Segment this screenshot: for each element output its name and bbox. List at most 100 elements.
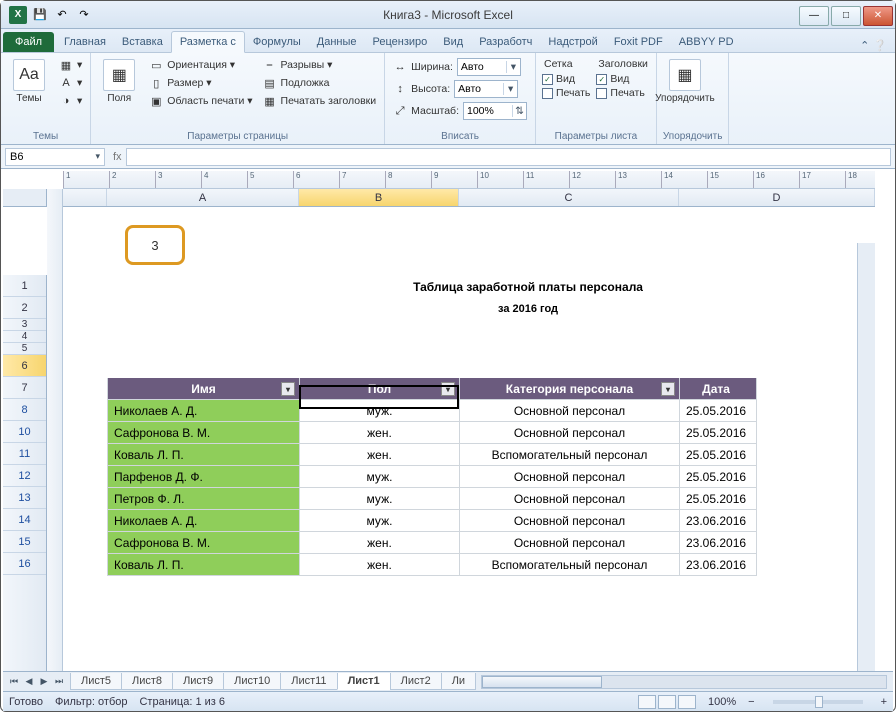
sheet-tab[interactable]: Лист10 <box>223 673 281 690</box>
page-break-view-button[interactable] <box>678 695 696 709</box>
zoom-thumb[interactable] <box>815 696 823 708</box>
cell[interactable]: Николаев А. Д. <box>108 400 300 422</box>
gridlines-view-checkbox[interactable]: ✓Вид <box>542 73 590 85</box>
file-tab[interactable]: Файл <box>3 32 54 52</box>
tab-page-layout[interactable]: Разметка с <box>171 31 245 53</box>
col-header-a[interactable]: A <box>107 189 299 206</box>
tab-review[interactable]: Рецензиро <box>365 32 436 52</box>
zoom-slider[interactable] <box>773 700 863 704</box>
orientation-button[interactable]: ▭Ориентация ▾ <box>147 57 254 73</box>
th-name[interactable]: Имя▾ <box>108 378 300 400</box>
cell[interactable]: 25.05.2016 <box>680 422 757 444</box>
cell[interactable]: жен. <box>300 422 460 444</box>
size-button[interactable]: ▯Размер ▾ <box>147 75 254 91</box>
tab-addins[interactable]: Надстрой <box>540 32 605 52</box>
scroll-thumb[interactable] <box>482 676 602 688</box>
print-area-button[interactable]: ▣Область печати ▾ <box>147 93 254 109</box>
formula-input[interactable] <box>126 148 891 166</box>
sheet-tab[interactable]: Лист9 <box>172 673 224 690</box>
col-header-b[interactable]: B <box>299 189 459 206</box>
page-layout-view-button[interactable] <box>658 695 676 709</box>
minimize-ribbon-icon[interactable]: ⌃ <box>860 39 869 52</box>
headings-print-checkbox[interactable]: Печать <box>596 87 650 99</box>
cell[interactable]: Основной персонал <box>460 422 680 444</box>
first-sheet-icon[interactable]: ⏮ <box>7 676 21 687</box>
cell[interactable]: 25.05.2016 <box>680 466 757 488</box>
headings-view-checkbox[interactable]: ✓Вид <box>596 73 650 85</box>
cell[interactable]: жен. <box>300 444 460 466</box>
row-header[interactable]: 12 <box>3 465 46 487</box>
col-header-c[interactable]: C <box>459 189 679 206</box>
help-icon[interactable]: ❔ <box>873 39 887 52</box>
filter-icon[interactable]: ▾ <box>661 382 675 396</box>
minimize-button[interactable]: — <box>799 6 829 26</box>
name-box[interactable]: B6 ▾ <box>5 148 105 166</box>
row-header[interactable]: 10 <box>3 421 46 443</box>
scale-combo[interactable]: ⇅ <box>463 102 527 120</box>
cell[interactable]: Сафронова В. М. <box>108 532 300 554</box>
sheet-tab[interactable]: Лист2 <box>390 673 442 690</box>
tab-home[interactable]: Главная <box>56 32 114 52</box>
tab-data[interactable]: Данные <box>309 32 365 52</box>
row-header[interactable]: 13 <box>3 487 46 509</box>
zoom-out-icon[interactable]: − <box>748 696 754 708</box>
cell[interactable]: жен. <box>300 532 460 554</box>
select-all-corner[interactable] <box>3 189 47 207</box>
chevron-down-icon[interactable]: ▾ <box>503 83 517 95</box>
save-icon[interactable]: 💾 <box>31 6 49 24</box>
tab-foxit[interactable]: Foxit PDF <box>606 32 671 52</box>
zoom-level[interactable]: 100% <box>708 696 736 708</box>
col-header-d[interactable]: D <box>679 189 875 206</box>
cell[interactable]: 25.05.2016 <box>680 400 757 422</box>
theme-colors-button[interactable]: ▦▾ <box>57 57 84 73</box>
horizontal-scrollbar[interactable] <box>481 675 887 689</box>
tab-developer[interactable]: Разработч <box>471 32 540 52</box>
arrange-button[interactable]: ▦ Упорядочить <box>663 57 707 129</box>
cell[interactable]: 23.06.2016 <box>680 532 757 554</box>
gridlines-print-checkbox[interactable]: Печать <box>542 87 590 99</box>
cell[interactable]: муж. <box>300 488 460 510</box>
table-row[interactable]: Парфенов Д. Ф.муж.Основной персонал25.05… <box>108 466 757 488</box>
row-header[interactable]: 8 <box>3 399 46 421</box>
sheet-tab[interactable]: Лист8 <box>121 673 173 690</box>
page-number-header[interactable]: 3 <box>125 225 185 265</box>
height-combo[interactable]: ▾ <box>454 80 518 98</box>
tab-formulas[interactable]: Формулы <box>245 32 309 52</box>
fx-icon[interactable]: fx <box>113 151 122 163</box>
row-header[interactable]: 3 <box>3 319 46 331</box>
sheet-page[interactable]: 3 Таблица заработной платы персонала за … <box>63 207 875 671</box>
cell[interactable]: муж. <box>300 400 460 422</box>
th-gender[interactable]: Пол▾ <box>300 378 460 400</box>
table-row[interactable]: Коваль Л. П.жен.Вспомогательный персонал… <box>108 444 757 466</box>
theme-fonts-button[interactable]: A▾ <box>57 75 84 91</box>
tab-view[interactable]: Вид <box>435 32 471 52</box>
cell[interactable]: муж. <box>300 510 460 532</box>
breaks-button[interactable]: ⎯Разрывы ▾ <box>261 57 379 73</box>
row-header[interactable]: 6 <box>3 355 46 377</box>
filter-icon[interactable]: ▾ <box>441 382 455 396</box>
cell[interactable]: Сафронова В. М. <box>108 422 300 444</box>
cell[interactable]: Основной персонал <box>460 488 680 510</box>
zoom-in-icon[interactable]: + <box>881 696 887 708</box>
table-row[interactable]: Николаев А. Д.муж.Основной персонал23.06… <box>108 510 757 532</box>
print-titles-button[interactable]: ▦Печатать заголовки <box>261 93 379 109</box>
th-date[interactable]: Дата <box>680 378 757 400</box>
cell[interactable]: Коваль Л. П. <box>108 444 300 466</box>
row-header[interactable]: 15 <box>3 531 46 553</box>
background-button[interactable]: ▤Подложка <box>261 75 379 91</box>
th-category[interactable]: Категория персонала▾ <box>460 378 680 400</box>
margins-button[interactable]: ▦ Поля <box>97 57 141 129</box>
cell[interactable]: муж. <box>300 466 460 488</box>
close-button[interactable]: ✕ <box>863 6 893 26</box>
spinner-icon[interactable]: ⇅ <box>512 105 526 117</box>
cell[interactable]: 23.06.2016 <box>680 554 757 576</box>
tab-insert[interactable]: Вставка <box>114 32 171 52</box>
table-row[interactable]: Николаев А. Д.муж.Основной персонал25.05… <box>108 400 757 422</box>
cell[interactable]: 25.05.2016 <box>680 444 757 466</box>
chevron-down-icon[interactable]: ▾ <box>506 61 520 73</box>
sheet-tab[interactable]: Лист1 <box>337 673 391 690</box>
height-input[interactable] <box>455 83 503 95</box>
cell[interactable]: 23.06.2016 <box>680 510 757 532</box>
sheet-tab[interactable]: Лист5 <box>70 673 122 690</box>
row-header[interactable]: 7 <box>3 377 46 399</box>
